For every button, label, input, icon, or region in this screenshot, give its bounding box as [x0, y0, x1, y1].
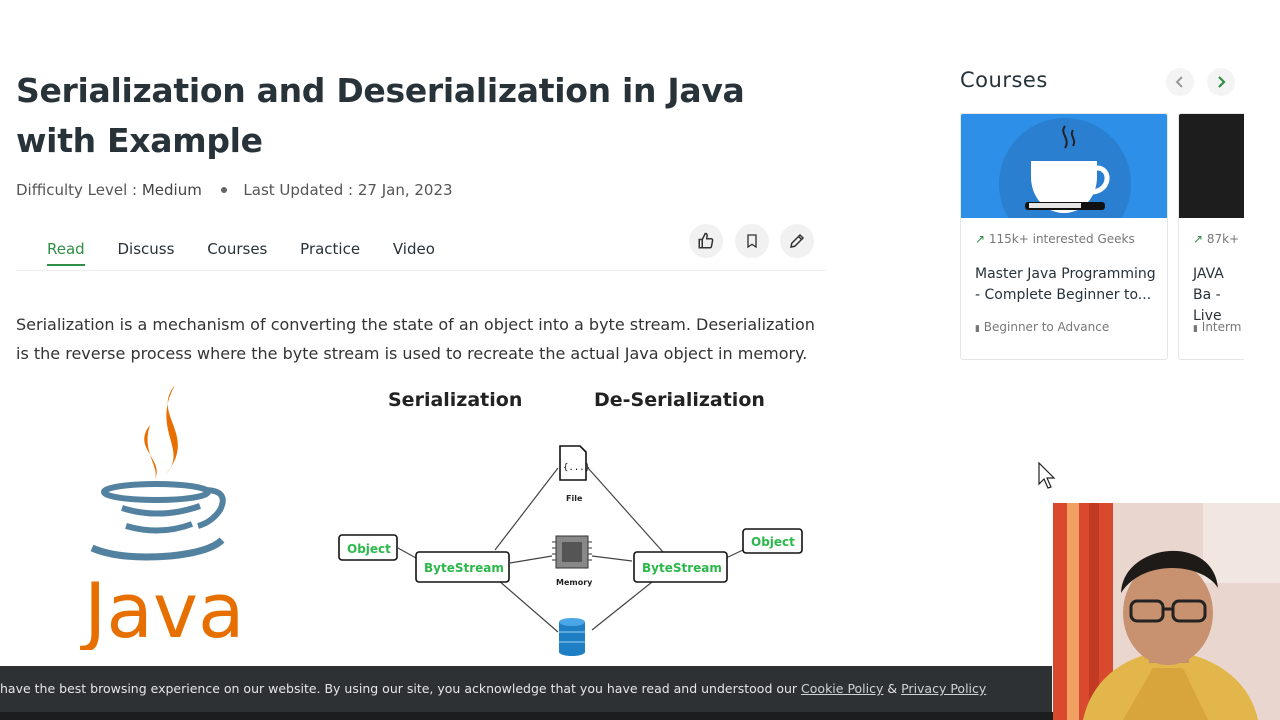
object-right-label: Object — [751, 535, 795, 549]
course-stat: ↗ 87k+ i — [1193, 232, 1244, 246]
carousel-prev-button[interactable] — [1166, 68, 1194, 96]
course-card[interactable]: ↗ 87k+ i JAVA Ba - Live ▮ Interm — [1178, 113, 1244, 360]
diagram-heading-serialization: Serialization — [388, 389, 522, 411]
article-meta: Difficulty Level : Medium Last Updated :… — [16, 181, 453, 199]
course-name[interactable]: Master Java Programming - Complete Begin… — [975, 264, 1157, 306]
level-bars-icon: ▮ — [1193, 324, 1198, 334]
pencil-icon — [790, 233, 805, 248]
chevron-right-icon — [1218, 76, 1226, 88]
diagram-heading-deserialization: De-Serialization — [594, 389, 765, 411]
bytestream-left-label: ByteStream — [424, 561, 504, 575]
sidebar-courses-title: Courses — [960, 68, 1048, 92]
cookie-consent-bar: have the best browsing experience on our… — [0, 666, 1052, 712]
difficulty-value[interactable]: Medium — [142, 181, 202, 199]
page-title: Serialization and Deserialization in Jav… — [16, 71, 745, 160]
course-card-image — [1179, 114, 1244, 218]
java-logo-icon: Java — [80, 385, 240, 650]
trending-icon: ↗ — [975, 232, 986, 246]
cookie-amp: & — [883, 681, 902, 696]
trending-icon: ↗ — [1193, 232, 1204, 246]
level-bars-icon: ▮ — [975, 324, 980, 334]
bytestream-right-label: ByteStream — [642, 561, 722, 575]
bookmark-button[interactable] — [735, 224, 769, 258]
updated-value: 27 Jan, 2023 — [357, 181, 453, 199]
tab-practice[interactable]: Practice — [300, 240, 360, 264]
updated-label: Last Updated : — [243, 181, 358, 199]
object-left-label: Object — [347, 542, 391, 556]
cookie-text: have the best browsing experience on our… — [0, 681, 802, 696]
course-level: ▮ Interm — [1193, 320, 1242, 334]
mouse-cursor-icon — [1038, 462, 1056, 489]
edit-button[interactable] — [780, 224, 814, 258]
course-name[interactable]: JAVA Ba - Live — [1193, 264, 1243, 327]
chevron-left-icon — [1175, 76, 1183, 88]
separator-dot — [220, 186, 227, 193]
course-card-java-image — [961, 114, 1167, 250]
webcam-overlay — [1053, 503, 1280, 720]
like-button[interactable] — [689, 224, 723, 258]
carousel-next-button[interactable] — [1207, 68, 1235, 96]
privacy-policy-link[interactable]: Privacy Policy — [901, 681, 986, 696]
sidebar-card-clip: ↗ 87k+ i JAVA Ba - Live ▮ Interm — [1178, 113, 1244, 363]
article-tabs: Read Discuss Courses Practice Video — [47, 240, 463, 266]
tab-discuss[interactable]: Discuss — [117, 240, 174, 264]
file-icon-text: {...} — [563, 463, 590, 473]
tab-video[interactable]: Video — [393, 240, 435, 264]
memory-label: Memory — [556, 578, 593, 587]
tab-read[interactable]: Read — [47, 240, 85, 266]
database-icon — [559, 618, 585, 656]
course-stat: ↗ 115k+ interested Geeks — [975, 232, 1135, 246]
bookmark-icon — [747, 234, 757, 249]
course-level: ▮ Beginner to Advance — [975, 320, 1110, 334]
course-card[interactable]: ↗ 115k+ interested Geeks Master Java Pro… — [960, 113, 1168, 360]
file-label: File — [566, 494, 583, 503]
article-paragraph: Serialization is a mechanism of converti… — [16, 315, 815, 363]
difficulty-label: Difficulty Level : — [16, 181, 142, 199]
serialization-diagram: Serialization De-Serialization Object By… — [338, 389, 803, 656]
java-logo-text: Java — [80, 566, 240, 650]
memory-chip-icon — [552, 535, 592, 569]
thumbs-up-icon — [698, 232, 714, 249]
cookie-policy-link[interactable]: Cookie Policy — [801, 681, 883, 696]
tabs-divider — [16, 270, 826, 271]
tab-courses[interactable]: Courses — [207, 240, 267, 264]
